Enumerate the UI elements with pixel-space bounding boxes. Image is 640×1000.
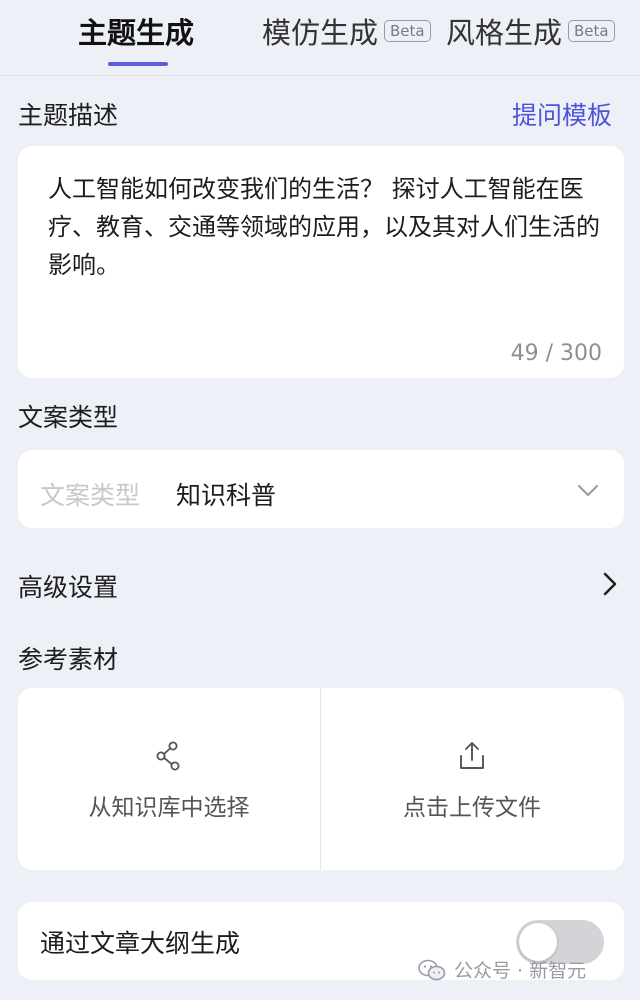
- question-template-link[interactable]: 提问模板: [512, 96, 612, 132]
- copy-type-select[interactable]: 文案类型 知识科普: [18, 450, 624, 528]
- topic-textarea[interactable]: 人工智能如何改变我们的生活？ 探讨人工智能在医疗、教育、交通等领域的应用，以及其…: [18, 146, 624, 378]
- knowledge-graph-icon: [156, 741, 180, 771]
- copy-type-section-label: 文案类型: [18, 403, 119, 432]
- reference-material-label: 参考素材: [18, 645, 119, 674]
- tab-style-generation[interactable]: 风格生成 Beta: [446, 10, 615, 52]
- tab-bar: 主题生成 模仿生成 Beta 风格生成 Beta: [0, 0, 640, 76]
- upload-file-label: 点击上传文件: [403, 795, 541, 821]
- advanced-settings-row[interactable]: 高级设置: [18, 568, 118, 604]
- chevron-down-icon: [578, 485, 598, 496]
- beta-badge: Beta: [568, 20, 615, 42]
- outline-generation-label: 通过文章大纲生成: [40, 929, 241, 958]
- knowledge-base-button[interactable]: 从知识库中选择: [18, 688, 320, 870]
- topic-generation-page: 主题生成 模仿生成 Beta 风格生成 Beta 主题描述 提问模板 人工智能如…: [0, 0, 640, 1000]
- copy-type-field-label: 文案类型: [40, 481, 141, 510]
- chevron-right-icon[interactable]: [598, 570, 622, 598]
- tab-topic-generation[interactable]: 主题生成: [78, 10, 194, 52]
- watermark: 公众号 · 新智元: [418, 956, 586, 983]
- wechat-icon: [418, 959, 446, 980]
- tab-imitation-generation[interactable]: 模仿生成 Beta: [262, 10, 431, 52]
- beta-badge: Beta: [384, 20, 431, 42]
- knowledge-base-label: 从知识库中选择: [88, 795, 250, 821]
- active-tab-indicator: [108, 62, 168, 66]
- character-counter: 49 / 300: [510, 341, 602, 366]
- upload-file-button[interactable]: 点击上传文件: [321, 688, 623, 870]
- watermark-text: 公众号 · 新智元: [454, 960, 587, 982]
- topic-description-label: 主题描述: [18, 101, 119, 130]
- reference-material-card: 从知识库中选择 点击上传文件: [18, 688, 624, 870]
- topic-text[interactable]: 人工智能如何改变我们的生活？ 探讨人工智能在医疗、教育、交通等领域的应用，以及其…: [48, 170, 608, 284]
- upload-icon: [460, 742, 484, 769]
- copy-type-value: 知识科普: [176, 481, 277, 510]
